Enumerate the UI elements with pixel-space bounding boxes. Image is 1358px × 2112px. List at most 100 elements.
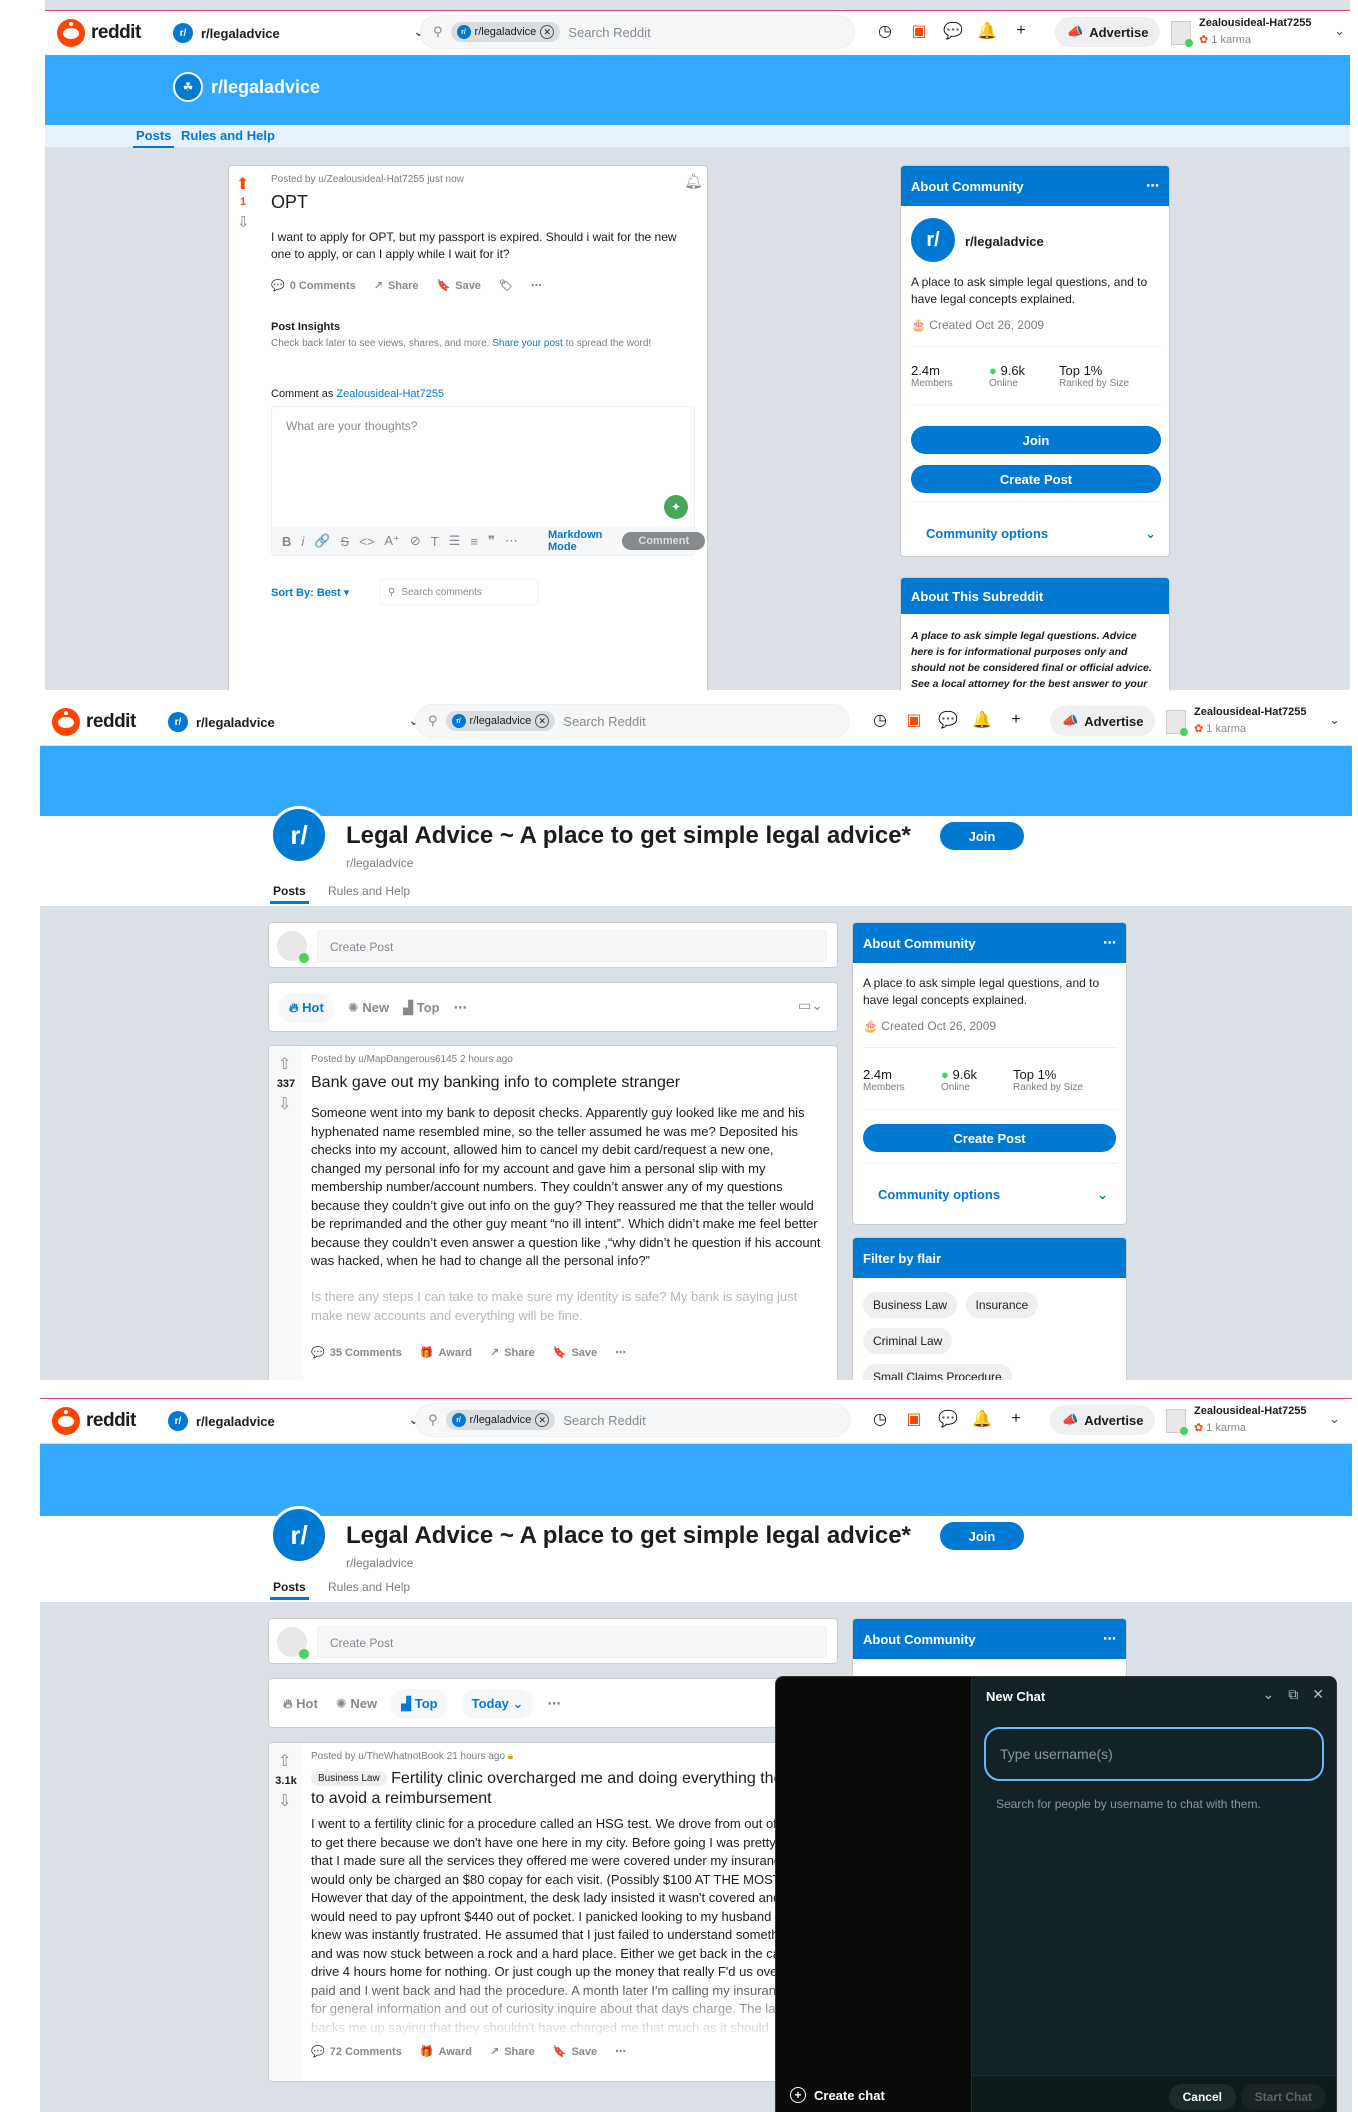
tab-posts[interactable]: Posts	[133, 128, 175, 148]
clear-chip-icon[interactable]: ✕	[535, 714, 550, 728]
search-input[interactable]: Search Reddit	[563, 714, 645, 729]
tab-rules[interactable]: Rules and Help	[328, 1580, 410, 1594]
subreddit-name[interactable]: r/legaladvice	[211, 77, 320, 98]
tab-posts[interactable]: Posts	[270, 1580, 309, 1600]
more-options-icon[interactable]: ⋯	[615, 2045, 626, 2058]
sort-top-button[interactable]: ▟ Top	[391, 1689, 448, 1719]
popular-icon[interactable]: ◷	[870, 1409, 890, 1429]
chat-icon[interactable]: 💬	[938, 1409, 958, 1429]
more-options-icon[interactable]: ⋯	[454, 1000, 467, 1016]
search-bar[interactable]: ⚲ r/r/legaladvice ✕ Search Reddit	[420, 15, 855, 49]
close-icon[interactable]: ✕	[1312, 1686, 1324, 1703]
create-post-input[interactable]: Create Post	[317, 930, 827, 962]
upvote-icon[interactable]: ⇧	[278, 1751, 291, 1771]
notification-bell-icon[interactable]: 🔔	[972, 1409, 992, 1429]
chat-icon[interactable]: 💬	[943, 21, 963, 41]
share-button[interactable]: ↗ Share	[490, 2045, 535, 2059]
cancel-button[interactable]: Cancel	[1168, 2084, 1236, 2110]
create-post-plus-icon[interactable]: +	[1011, 21, 1031, 41]
advertise-button[interactable]: 📣 Advertise	[1055, 17, 1161, 47]
heading-icon[interactable]: T	[431, 534, 439, 549]
sort-hot-button[interactable]: 🔥︎ Hot	[279, 1689, 322, 1719]
more-icon[interactable]: ⋯	[505, 533, 518, 549]
post-title[interactable]: OPT	[271, 192, 308, 213]
more-options-icon[interactable]: ⋯	[547, 1696, 560, 1712]
post-flair-badge[interactable]: Business Law	[311, 1771, 387, 1786]
strikethrough-icon[interactable]: S	[340, 534, 349, 549]
save-button[interactable]: 🔖 Save	[553, 1346, 597, 1360]
chat-icon[interactable]: 💬	[938, 710, 958, 730]
tab-rules[interactable]: Rules and Help	[181, 128, 275, 143]
community-selector[interactable]: r/r/legaladvice⌄	[168, 1407, 428, 1435]
flair-small-claims[interactable]: Small Claims Procedure	[863, 1364, 1012, 1380]
sort-top-button[interactable]: ▟ Top	[403, 1000, 439, 1016]
share-button[interactable]: ↗ Share	[374, 279, 419, 293]
bold-icon[interactable]: B	[282, 534, 291, 549]
quote-icon[interactable]: ❞	[488, 533, 495, 549]
sort-new-button[interactable]: ✺ New	[336, 1696, 377, 1712]
community-selector[interactable]: r/r/legaladvice⌄	[168, 708, 428, 736]
code-icon[interactable]: <>	[359, 534, 374, 549]
clear-chip-icon[interactable]: ✕	[540, 25, 555, 39]
clear-chip-icon[interactable]: ✕	[535, 1413, 550, 1427]
user-menu[interactable]: Zealousideal-Hat7255 ✿ 1 karma ⌄	[1160, 1403, 1340, 1439]
more-options-icon[interactable]: ⋯	[1146, 178, 1159, 194]
comments-button[interactable]: 💬 35 Comments	[311, 1346, 402, 1360]
community-options-toggle[interactable]: Community options ⌄	[926, 526, 1156, 542]
comment-submit-button[interactable]: Comment	[622, 532, 706, 550]
create-post-button[interactable]: Create Post	[911, 465, 1161, 493]
follow-bell-icon[interactable]: 🔔︎	[684, 172, 703, 190]
search-comments-input[interactable]: ⚲ Search comments	[379, 579, 539, 605]
timeframe-dropdown[interactable]: Today ⌄	[461, 1689, 534, 1719]
share-button[interactable]: ↗ Share	[490, 1346, 535, 1360]
comment-as-user-link[interactable]: Zealousideal-Hat7255	[336, 388, 444, 400]
join-button[interactable]: Join	[911, 426, 1161, 454]
search-bar[interactable]: ⚲ r/r/legaladvice ✕ Search Reddit	[415, 704, 850, 738]
award-button[interactable]: 🎁 Award	[420, 2045, 472, 2059]
tab-posts[interactable]: Posts	[270, 884, 309, 904]
link-icon[interactable]: 🔗	[314, 533, 330, 549]
tab-rules[interactable]: Rules and Help	[328, 884, 410, 898]
save-button[interactable]: 🔖 Save	[437, 279, 481, 293]
sort-comments-dropdown[interactable]: Sort By: Best ▾	[271, 586, 349, 599]
reddit-logo[interactable]: reddit	[57, 19, 141, 47]
community-name[interactable]: r/legaladvice	[965, 234, 1044, 249]
community-options-toggle[interactable]: Community options ⌄	[878, 1187, 1108, 1203]
minimize-icon[interactable]: ⌄	[1263, 1686, 1275, 1703]
comment-textarea[interactable]: What are your thoughts?	[286, 419, 417, 433]
comments-button[interactable]: 💬 0 Comments	[271, 279, 356, 293]
advertise-button[interactable]: 📣 Advertise	[1050, 1405, 1156, 1435]
italic-icon[interactable]: i	[301, 534, 304, 549]
search-bar[interactable]: ⚲ r/r/legaladvice ✕ Search Reddit	[415, 1403, 850, 1437]
post-title[interactable]: Bank gave out my banking info to complet…	[311, 1074, 680, 1092]
flair-business-law[interactable]: Business Law	[863, 1292, 958, 1318]
user-menu[interactable]: Zealousideal-Hat7255 ✿ 1 karma ⌄	[1160, 704, 1340, 740]
user-menu[interactable]: Zealousideal-Hat7255 ✿ 1 karma ⌄	[1165, 15, 1345, 51]
more-options-icon[interactable]: ⋯	[1103, 935, 1116, 951]
popout-icon[interactable]: ⧉	[1288, 1686, 1298, 1703]
more-options-icon[interactable]: ⋯	[531, 279, 542, 292]
flair-criminal-law[interactable]: Criminal Law	[863, 1328, 953, 1354]
notification-bell-icon[interactable]: 🔔	[977, 21, 997, 41]
assistant-icon[interactable]: ✦	[664, 495, 688, 519]
tag-icon[interactable]: 🏷	[499, 279, 513, 292]
upvote-icon[interactable]: ⬆	[236, 174, 249, 194]
more-options-icon[interactable]: ⋯	[1103, 1631, 1116, 1647]
sort-new-button[interactable]: ✺ New	[348, 1000, 389, 1016]
flair-insurance[interactable]: Insurance	[965, 1292, 1039, 1318]
award-button[interactable]: 🎁 Award	[420, 1346, 472, 1360]
join-button[interactable]: Join	[940, 822, 1024, 850]
create-post-plus-icon[interactable]: +	[1006, 710, 1026, 730]
reddit-logo[interactable]: reddit	[52, 1407, 136, 1435]
premium-icon[interactable]: ▣	[909, 21, 929, 41]
popular-icon[interactable]: ◷	[870, 710, 890, 730]
sort-hot-button[interactable]: 🔥︎ Hot	[279, 993, 334, 1023]
username-input[interactable]: Type username(s)	[984, 1727, 1324, 1781]
create-post-input[interactable]: Create Post	[317, 1626, 827, 1658]
premium-icon[interactable]: ▣	[904, 1409, 924, 1429]
create-post-button[interactable]: Create Post	[863, 1124, 1116, 1152]
start-chat-button[interactable]: Start Chat	[1240, 2084, 1326, 2110]
superscript-icon[interactable]: A⁺	[384, 533, 400, 549]
comments-button[interactable]: 💬 72 Comments	[311, 2045, 402, 2059]
search-input[interactable]: Search Reddit	[568, 25, 650, 40]
